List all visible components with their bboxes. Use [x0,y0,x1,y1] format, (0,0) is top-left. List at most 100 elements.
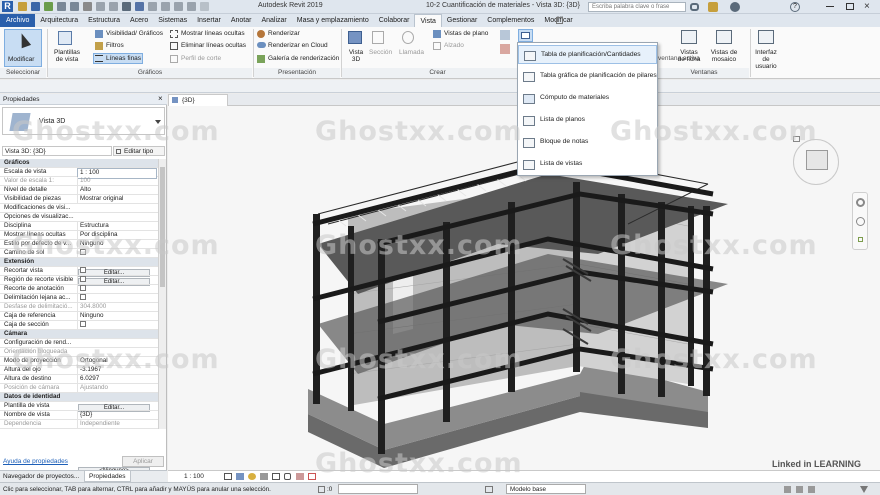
3d-view-button-icon[interactable] [348,31,362,44]
show-hidden-lines-icon[interactable] [170,30,178,38]
measure-icon[interactable] [96,2,105,11]
crop-view-checkbox[interactable] [80,267,86,274]
render-icon[interactable] [257,30,265,38]
maximize-icon[interactable] [846,3,854,10]
ribbon-minimize-icon[interactable] [556,17,563,24]
qat-customize-icon[interactable] [200,2,209,11]
section-icon[interactable] [148,2,157,11]
crop-region-visible-checkbox[interactable] [80,276,86,283]
row-plantilla-de-vista[interactable]: Plantilla de vista [0,402,158,411]
visibility-graphics-button[interactable]: Visibilidad/ Gráficos [106,30,163,37]
steering-wheel-icon[interactable] [856,198,865,207]
row-region-de-recorte[interactable]: Región de recorte visible [0,276,158,285]
crop-view-icon[interactable] [272,473,280,480]
revit-logo-icon[interactable]: R [2,1,13,12]
tab-archivo[interactable]: Archivo [0,14,36,27]
panel-graficos-title[interactable]: Gráficos [48,68,252,78]
design-options-icon[interactable] [485,486,493,493]
design-option-dropdown[interactable]: Modelo base [506,484,586,494]
print-icon[interactable] [83,2,92,11]
drafting-icon[interactable] [500,30,510,40]
tab-gestionar[interactable]: Gestionar [442,14,482,27]
search-box[interactable]: Escriba palabra clave o frase [588,2,686,12]
instance-selector[interactable]: Vista 3D: {3D} [2,146,112,156]
tab-complementos[interactable]: Complementos [482,14,539,27]
remove-hidden-lines-button[interactable]: Eliminar líneas ocultas [181,42,246,49]
group-graficos[interactable]: Gráficos [0,159,158,168]
sun-path-icon[interactable] [248,473,256,480]
panel-seleccionar-title[interactable]: Seleccionar [0,68,46,78]
group-camara[interactable]: Cámara [0,330,158,339]
row-opciones-visualizacion[interactable]: Opciones de visualizac... [0,213,158,222]
row-recortar-vista[interactable]: Recortar vista [0,267,158,276]
elevation-button[interactable]: Alzado [444,42,464,49]
show-hidden-lines-button[interactable]: Mostrar líneas ocultas [181,30,245,37]
tab-arquitectura[interactable]: Arquitectura [35,14,83,27]
cloud-render-icon[interactable] [257,42,266,48]
worksets-icon[interactable] [318,486,325,493]
row-altura-de-destino[interactable]: Altura de destino 6.0297 [0,375,158,384]
render-gallery-icon[interactable] [257,55,265,63]
tab-anotar[interactable]: Anotar [226,14,257,27]
subscription-icon[interactable] [708,2,718,12]
tab-colaborar[interactable]: Colaborar [374,14,415,27]
close-icon[interactable]: × [864,1,870,12]
tab-masa-emplazamiento[interactable]: Masa y emplazamiento [292,14,374,27]
viewcube-icon[interactable] [806,150,828,170]
visual-style-icon[interactable] [236,473,244,480]
tab-views-button[interactable]: Vistas de ficha [676,49,702,63]
lock-icon[interactable] [284,473,291,480]
menu-item-graphical-column-schedule[interactable]: Tabla gráfica de planificación de pilare… [518,67,657,86]
workset-dropdown[interactable] [338,484,418,494]
select-links-icon[interactable] [784,486,791,493]
minimize-icon[interactable] [826,6,834,7]
tab-acero[interactable]: Acero [125,14,153,27]
menu-item-schedule-quantities[interactable]: Tabla de planificación/Cantidades [518,45,657,64]
binoculars-icon[interactable] [690,3,699,11]
row-caja-de-seccion[interactable]: Caja de sección [0,321,158,330]
properties-close-icon[interactable]: × [158,94,163,103]
panel-crear-title[interactable]: Crear [342,68,533,78]
menu-item-material-takeoff[interactable]: Cómputo de materiales [518,89,657,108]
scrollbar-thumb[interactable] [160,167,165,287]
row-escala-de-vista[interactable]: Escala de vista 1 : 100 [0,168,158,179]
panel-presentacion-title[interactable]: Presentación [254,68,340,78]
row-visibilidad-de-piezas[interactable]: Visibilidad de piezas Mostrar original [0,195,158,204]
properties-scrollbar[interactable] [158,159,166,429]
cloud-render-button[interactable]: Renderizar en Cloud [268,42,328,49]
annotation-crop-checkbox[interactable] [80,285,86,292]
close-hidden-icon[interactable] [174,2,183,11]
tab-sistemas[interactable]: Sistemas [153,14,192,27]
menu-item-view-list[interactable]: Lista de vistas [518,155,657,174]
panel-ventanas-title[interactable]: Ventanas [659,68,749,78]
shadows-icon[interactable] [260,473,268,480]
user-interface-icon[interactable] [758,30,774,44]
3d-view-icon[interactable] [135,2,144,11]
plan-views-icon[interactable] [433,30,441,38]
tab-analizar[interactable]: Analizar [256,14,291,27]
render-button[interactable]: Renderizar [268,30,300,37]
view-scale[interactable]: 1 : 100 [184,473,204,480]
tab-properties[interactable]: Propiedades [84,471,131,482]
modify-button[interactable]: Modificar [4,29,42,67]
sync-icon[interactable] [44,2,53,11]
select-pinned-icon[interactable] [808,486,815,493]
render-gallery-button[interactable]: Galería de renderización [268,55,339,62]
elevation-icon[interactable] [433,42,441,50]
3d-view-button[interactable]: Vista 3D [347,49,365,63]
plan-views-button[interactable]: Vistas de plano [444,30,488,37]
save-icon[interactable] [31,2,40,11]
callout-button-icon[interactable] [402,31,414,44]
edit-type-button[interactable]: Editar tipo [113,146,165,156]
apply-button[interactable]: Aplicar [122,456,164,467]
thin-lines-icon[interactable] [161,2,170,11]
tab-views-icon[interactable] [681,30,697,44]
tab-vista[interactable]: Vista [414,14,442,27]
view-tab-3d[interactable]: {3D} [168,94,228,106]
user-interface-button[interactable]: Interfaz de usuario [752,49,780,70]
help-icon[interactable]: ? [790,2,800,12]
filters-icon[interactable] [95,42,103,50]
text-icon[interactable] [122,2,131,11]
row-caja-de-referencia[interactable]: Caja de referencia Ninguno [0,312,158,321]
group-datos-de-identidad[interactable]: Datos de identidad [0,393,158,402]
